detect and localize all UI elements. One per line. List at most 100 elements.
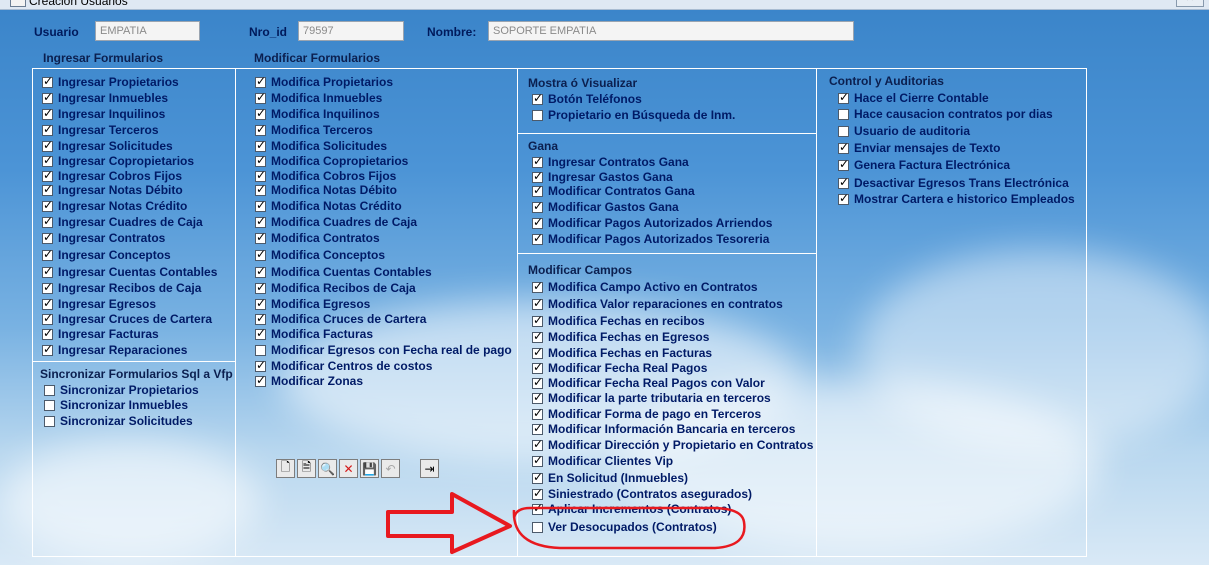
checkbox-box[interactable] xyxy=(42,296,53,311)
checkbox-box[interactable] xyxy=(255,182,266,197)
checkbox-box[interactable] xyxy=(255,168,266,183)
checkbox-box[interactable] xyxy=(42,106,53,121)
checkbox-sincronizar-solicitudes[interactable]: Sincronizar Solicitudes xyxy=(44,414,193,429)
checkbox-box[interactable] xyxy=(532,486,543,501)
checkbox-box[interactable] xyxy=(42,198,53,213)
checkbox-modificar-contratos-gana[interactable]: Modificar Contratos Gana xyxy=(532,183,695,199)
checkbox-modificar-gastos-gana[interactable]: Modificar Gastos Gana xyxy=(532,199,679,215)
checkbox-ingresar-contratos-gana[interactable]: Ingresar Contratos Gana xyxy=(532,154,689,170)
checkbox-box[interactable] xyxy=(44,416,55,427)
checkbox-ingresar-propietarios[interactable]: Ingresar Propietarios xyxy=(42,74,179,90)
checkbox-modificar-centros-de-costos[interactable]: Modificar Centros de costos xyxy=(255,358,432,374)
checkbox-box[interactable] xyxy=(42,168,53,183)
checkbox-modifica-notas-debito[interactable]: Modifica Notas Débito xyxy=(255,182,397,198)
checkbox-box[interactable] xyxy=(532,345,543,360)
checkbox-box[interactable] xyxy=(42,311,53,326)
checkbox-modifica-propietarios[interactable]: Modifica Propietarios xyxy=(255,74,393,90)
exit-button[interactable]: ⇥ xyxy=(420,459,439,478)
checkbox-hace-el-cierre-contable[interactable]: Hace el Cierre Contable xyxy=(838,90,989,106)
checkbox-box[interactable] xyxy=(838,175,849,190)
checkbox-modifica-fechas-en-egresos[interactable]: Modifica Fechas en Egresos xyxy=(532,329,709,345)
checkbox-modificar-informacion-bancaria-en-terceros[interactable]: Modificar Información Bancaria en tercer… xyxy=(532,421,795,437)
checkbox-ingresar-cobros-fijos[interactable]: Ingresar Cobros Fijos xyxy=(42,168,182,184)
checkbox-box[interactable] xyxy=(838,126,849,137)
checkbox-modificar-egresos-con-fecha-real-de-pago[interactable]: Modificar Egresos con Fecha real de pago xyxy=(255,343,512,358)
checkbox-box[interactable] xyxy=(42,230,53,245)
delete-button[interactable]: ✕ xyxy=(339,459,358,478)
checkbox-box[interactable] xyxy=(255,138,266,153)
checkbox-modificar-zonas[interactable]: Modificar Zonas xyxy=(255,373,363,389)
new-button[interactable]: 🗋 xyxy=(276,459,295,478)
checkbox-ingresar-gastos-gana[interactable]: Ingresar Gastos Gana xyxy=(532,169,673,185)
checkbox-box[interactable] xyxy=(255,214,266,229)
checkbox-ingresar-recibos-de-caja[interactable]: Ingresar Recibos de Caja xyxy=(42,280,201,296)
checkbox-box[interactable] xyxy=(255,296,266,311)
checkbox-box[interactable] xyxy=(42,342,53,357)
checkbox-box[interactable] xyxy=(532,406,543,421)
checkbox-box[interactable] xyxy=(532,421,543,436)
checkbox-aplicar-incrementos-contratos[interactable]: Aplicar Incrementos (Contratos) xyxy=(532,501,731,517)
checkbox-box[interactable] xyxy=(532,470,543,485)
checkbox-box[interactable] xyxy=(42,182,53,197)
checkbox-box[interactable] xyxy=(532,360,543,375)
checkbox-sincronizar-inmuebles[interactable]: Sincronizar Inmuebles xyxy=(44,398,188,413)
checkbox-box[interactable] xyxy=(532,453,543,468)
checkbox-modificar-direccion-y-propietario-en-contratos[interactable]: Modificar Dirección y Propietario en Con… xyxy=(532,437,813,453)
checkbox-modifica-cruces-de-cartera[interactable]: Modifica Cruces de Cartera xyxy=(255,311,426,327)
checkbox-ingresar-egresos[interactable]: Ingresar Egresos xyxy=(42,296,156,312)
checkbox-box[interactable] xyxy=(532,437,543,452)
checkbox-box[interactable] xyxy=(42,138,53,153)
checkbox-boton-telefonos[interactable]: Botón Teléfonos xyxy=(532,91,642,107)
nro-id-field[interactable]: 79597 xyxy=(298,21,404,41)
nombre-field[interactable]: SOPORTE EMPATIA xyxy=(488,21,854,41)
checkbox-box[interactable] xyxy=(838,109,849,120)
checkbox-mostrar-cartera-e-historico-empleados[interactable]: Mostrar Cartera e historico Empleados xyxy=(838,191,1075,207)
checkbox-modifica-cuadres-de-caja[interactable]: Modifica Cuadres de Caja xyxy=(255,214,417,230)
checkbox-modifica-cobros-fijos[interactable]: Modifica Cobros Fijos xyxy=(255,168,396,184)
checkbox-desactivar-egresos-trans-electronica[interactable]: Desactivar Egresos Trans Electrónica xyxy=(838,175,1069,191)
checkbox-box[interactable] xyxy=(532,154,543,169)
checkbox-modifica-facturas[interactable]: Modifica Facturas xyxy=(255,326,373,342)
checkbox-box[interactable] xyxy=(255,90,266,105)
checkbox-modificar-clientes-vip[interactable]: Modificar Clientes Vip xyxy=(532,453,673,469)
checkbox-box[interactable] xyxy=(255,326,266,341)
checkbox-ingresar-terceros[interactable]: Ingresar Terceros xyxy=(42,122,159,138)
checkbox-ingresar-contratos[interactable]: Ingresar Contratos xyxy=(42,230,165,246)
usuario-field[interactable]: EMPATIA xyxy=(95,21,200,41)
checkbox-modifica-egresos[interactable]: Modifica Egresos xyxy=(255,296,370,312)
checkbox-modificar-pagos-autorizados-tesoreria[interactable]: Modificar Pagos Autorizados Tesoreria xyxy=(532,231,769,247)
checkbox-box[interactable] xyxy=(255,373,266,388)
checkbox-box[interactable] xyxy=(532,390,543,405)
checkbox-sincronizar-propietarios[interactable]: Sincronizar Propietarios xyxy=(44,383,199,398)
checkbox-box[interactable] xyxy=(532,501,543,516)
checkbox-box[interactable] xyxy=(255,358,266,373)
checkbox-modifica-conceptos[interactable]: Modifica Conceptos xyxy=(255,247,385,263)
checkbox-box[interactable] xyxy=(255,311,266,326)
close-window-button[interactable]: ✕ xyxy=(1176,0,1204,7)
checkbox-hace-causacion-contratos-por-dias[interactable]: Hace causacion contratos por dias xyxy=(838,107,1053,122)
checkbox-enviar-mensajes-de-texto[interactable]: Enviar mensajes de Texto xyxy=(838,140,1001,156)
checkbox-box[interactable] xyxy=(255,247,266,262)
checkbox-usuario-de-auditoria[interactable]: Usuario de auditoria xyxy=(838,124,970,139)
checkbox-box[interactable] xyxy=(255,345,266,356)
checkbox-modificar-pagos-autorizados-arriendos[interactable]: Modificar Pagos Autorizados Arriendos xyxy=(532,215,772,231)
checkbox-modifica-campo-activo-en-contratos[interactable]: Modifica Campo Activo en Contratos xyxy=(532,279,758,295)
checkbox-modifica-cuentas-contables[interactable]: Modifica Cuentas Contables xyxy=(255,264,432,280)
checkbox-box[interactable] xyxy=(838,157,849,172)
checkbox-en-solicitud-inmuebles[interactable]: En Solicitud (Inmuebles) xyxy=(532,470,688,486)
checkbox-box[interactable] xyxy=(255,264,266,279)
checkbox-box[interactable] xyxy=(532,329,543,344)
checkbox-ingresar-facturas[interactable]: Ingresar Facturas xyxy=(42,326,159,342)
checkbox-box[interactable] xyxy=(532,375,543,390)
checkbox-box[interactable] xyxy=(532,279,543,294)
checkbox-genera-factura-electronica[interactable]: Genera Factura Electrónica xyxy=(838,157,1010,173)
checkbox-box[interactable] xyxy=(42,247,53,262)
checkbox-box[interactable] xyxy=(42,90,53,105)
checkbox-box[interactable] xyxy=(532,199,543,214)
checkbox-modifica-copropietarios[interactable]: Modifica Copropietarios xyxy=(255,153,408,169)
checkbox-box[interactable] xyxy=(532,169,543,184)
checkbox-box[interactable] xyxy=(532,110,543,121)
checkbox-modifica-solicitudes[interactable]: Modifica Solicitudes xyxy=(255,138,387,154)
checkbox-modifica-contratos[interactable]: Modifica Contratos xyxy=(255,230,380,246)
checkbox-modifica-notas-credito[interactable]: Modifica Notas Crédito xyxy=(255,198,402,214)
